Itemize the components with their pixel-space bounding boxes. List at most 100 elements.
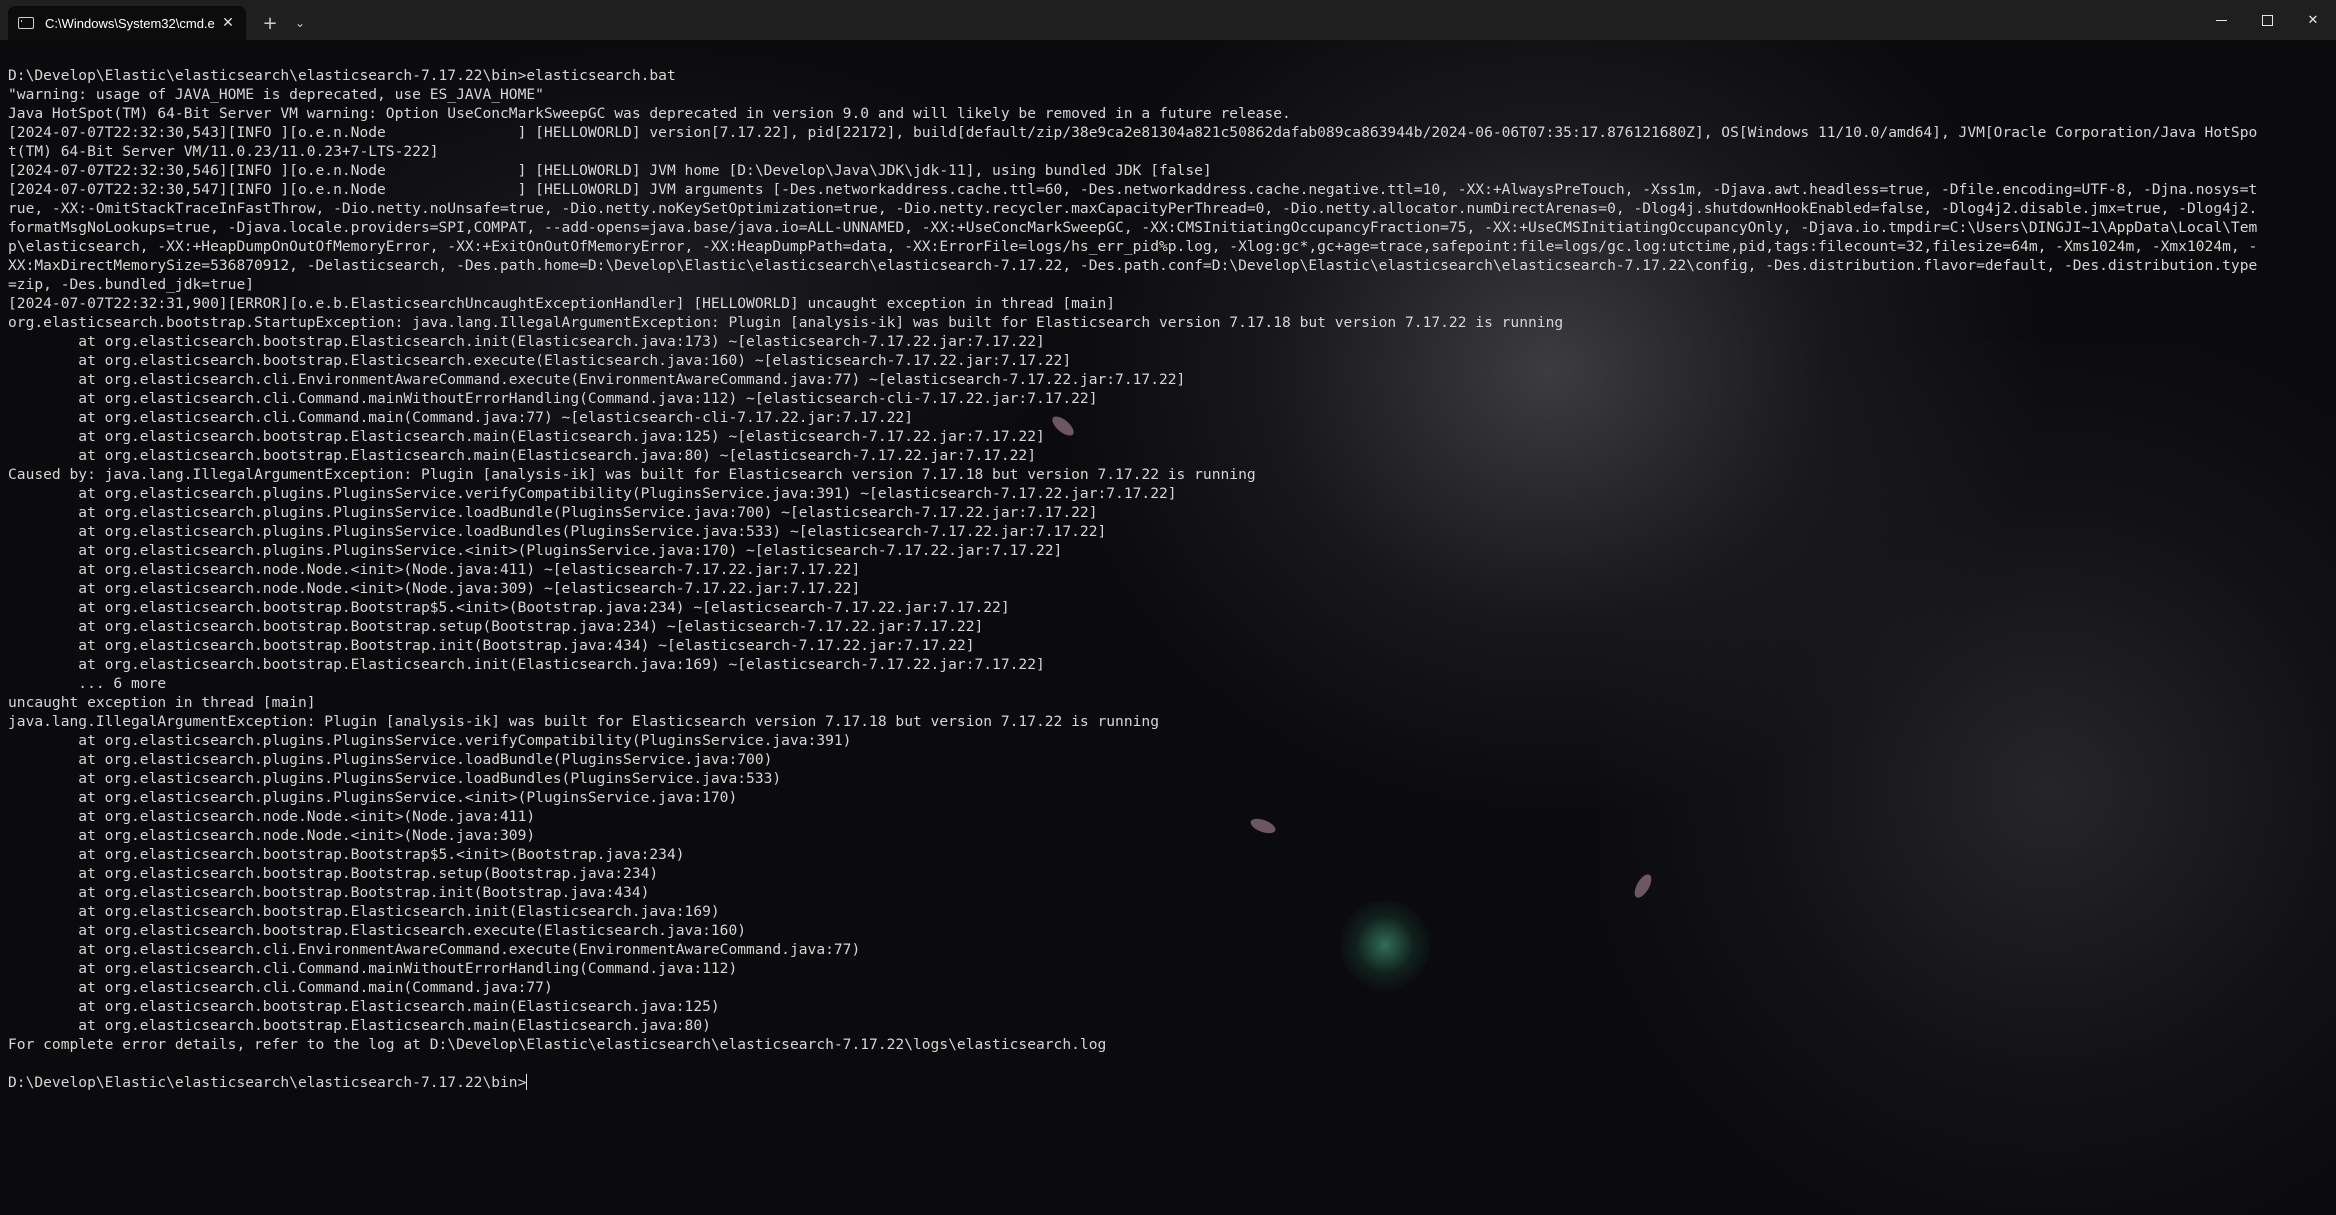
console-line: XX:MaxDirectMemorySize=536870912, -Delas… [8, 256, 2328, 275]
console-line-text: at org.elasticsearch.cli.EnvironmentAwar… [8, 371, 1186, 388]
console-line: at org.elasticsearch.cli.Command.mainWit… [8, 389, 2328, 408]
console-line: at org.elasticsearch.bootstrap.Elasticse… [8, 655, 2328, 674]
new-tab-button[interactable]: + [252, 6, 288, 40]
console-line-text: at org.elasticsearch.bootstrap.Elasticse… [8, 428, 1045, 445]
console-line: at org.elasticsearch.bootstrap.Bootstrap… [8, 636, 2328, 655]
console-line-text: org.elasticsearch.bootstrap.StartupExcep… [8, 314, 1564, 331]
console-line: t(TM) 64-Bit Server VM/11.0.23/11.0.23+7… [8, 142, 2328, 161]
console-line-text: at org.elasticsearch.bootstrap.Bootstrap… [8, 884, 650, 901]
console-line-text: at org.elasticsearch.bootstrap.Elasticse… [8, 998, 720, 1015]
console-line: at org.elasticsearch.bootstrap.Elasticse… [8, 921, 2328, 940]
console-line-text: [2024-07-07T22:32:30,547][INFO ][o.e.n.N… [8, 181, 2258, 198]
console-line-text: rue, -XX:-OmitStackTraceInFastThrow, -Di… [8, 200, 2258, 217]
console-line: at org.elasticsearch.cli.EnvironmentAwar… [8, 370, 2328, 389]
console-line-text: at org.elasticsearch.plugins.PluginsServ… [8, 789, 738, 806]
console-line-text: at org.elasticsearch.cli.Command.main(Co… [8, 409, 913, 426]
maximize-icon [2261, 14, 2273, 26]
console-line: formatMsgNoLookups=true, -Djava.locale.p… [8, 218, 2328, 237]
console-line: rue, -XX:-OmitStackTraceInFastThrow, -Di… [8, 199, 2328, 218]
console-line: at org.elasticsearch.node.Node.<init>(No… [8, 826, 2328, 845]
console-line-text: at org.elasticsearch.bootstrap.Elasticse… [8, 1017, 711, 1034]
console-text-area[interactable]: D:\Develop\Elastic\elasticsearch\elastic… [0, 40, 2336, 1092]
console-line: at org.elasticsearch.plugins.PluginsServ… [8, 484, 2328, 503]
console-line: at org.elasticsearch.plugins.PluginsServ… [8, 750, 2328, 769]
console-line-text: t(TM) 64-Bit Server VM/11.0.23/11.0.23+7… [8, 143, 439, 160]
console-line: at org.elasticsearch.bootstrap.Elasticse… [8, 351, 2328, 370]
console-line-text: at org.elasticsearch.plugins.PluginsServ… [8, 485, 1177, 502]
console-line-text: at org.elasticsearch.bootstrap.Bootstrap… [8, 846, 685, 863]
minimize-icon [2215, 19, 2227, 21]
console-line-text: at org.elasticsearch.bootstrap.Bootstrap… [8, 618, 984, 635]
close-window-button[interactable]: ✕ [2290, 0, 2336, 40]
console-line: at org.elasticsearch.cli.EnvironmentAwar… [8, 940, 2328, 959]
console-line: at org.elasticsearch.cli.Command.main(Co… [8, 978, 2328, 997]
console-line-text: at org.elasticsearch.bootstrap.Bootstrap… [8, 637, 975, 654]
maximize-button[interactable] [2244, 0, 2290, 40]
console-line: at org.elasticsearch.bootstrap.Bootstrap… [8, 845, 2328, 864]
console-line: Caused by: java.lang.IllegalArgumentExce… [8, 465, 2328, 484]
console-line: at org.elasticsearch.cli.Command.mainWit… [8, 959, 2328, 978]
console-line-text: at org.elasticsearch.plugins.PluginsServ… [8, 523, 1107, 540]
console-line: [2024-07-07T22:32:30,547][INFO ][o.e.n.N… [8, 180, 2328, 199]
console-line-text: Java HotSpot(TM) 64-Bit Server VM warnin… [8, 105, 1291, 122]
console-line-text: "warning: usage of JAVA_HOME is deprecat… [8, 86, 544, 103]
tab-dropdown-button[interactable]: ⌄ [288, 6, 312, 40]
console-line-text: java.lang.IllegalArgumentException: Plug… [8, 713, 1159, 730]
console-line-text: D:\Develop\Elastic\elasticsearch\elastic… [8, 67, 676, 84]
console-line: p\elasticsearch, -XX:+HeapDumpOnOutOfMem… [8, 237, 2328, 256]
console-line-text: at org.elasticsearch.cli.Command.mainWit… [8, 960, 738, 977]
console-line-text: =zip, -Des.bundled_jdk=true] [8, 276, 255, 293]
minimize-button[interactable] [2198, 0, 2244, 40]
terminal-icon [18, 17, 34, 29]
console-line: [2024-07-07T22:32:31,900][ERROR][o.e.b.E… [8, 294, 2328, 313]
console-output[interactable]: D:\Develop\Elastic\elasticsearch\elastic… [0, 40, 2336, 1215]
console-line: at org.elasticsearch.plugins.PluginsServ… [8, 731, 2328, 750]
tab-close-icon[interactable]: ✕ [218, 13, 238, 33]
console-line: at org.elasticsearch.bootstrap.Elasticse… [8, 997, 2328, 1016]
console-line-text: at org.elasticsearch.node.Node.<init>(No… [8, 808, 536, 825]
console-line-text: D:\Develop\Elastic\elasticsearch\elastic… [8, 1074, 527, 1091]
console-line-text: at org.elasticsearch.plugins.PluginsServ… [8, 770, 782, 787]
console-line: at org.elasticsearch.bootstrap.Bootstrap… [8, 864, 2328, 883]
console-line: uncaught exception in thread [main] [8, 693, 2328, 712]
console-line-text: at org.elasticsearch.bootstrap.Elasticse… [8, 903, 720, 920]
console-line-text: at org.elasticsearch.bootstrap.Elasticse… [8, 447, 1036, 464]
console-line-text: at org.elasticsearch.cli.EnvironmentAwar… [8, 941, 861, 958]
console-line: [2024-07-07T22:32:30,546][INFO ][o.e.n.N… [8, 161, 2328, 180]
console-line-text: at org.elasticsearch.cli.Command.main(Co… [8, 979, 553, 996]
console-line: Java HotSpot(TM) 64-Bit Server VM warnin… [8, 104, 2328, 123]
tab-title: C:\Windows\System32\cmd.e [45, 15, 215, 31]
console-line: at org.elasticsearch.node.Node.<init>(No… [8, 579, 2328, 598]
console-line-text: at org.elasticsearch.cli.Command.mainWit… [8, 390, 1098, 407]
console-line: at org.elasticsearch.bootstrap.Elasticse… [8, 902, 2328, 921]
console-line-text: at org.elasticsearch.plugins.PluginsServ… [8, 542, 1063, 559]
console-line: =zip, -Des.bundled_jdk=true] [8, 275, 2328, 294]
console-line: at org.elasticsearch.plugins.PluginsServ… [8, 541, 2328, 560]
console-line-text: at org.elasticsearch.bootstrap.Elasticse… [8, 352, 1072, 369]
console-line: ... 6 more [8, 674, 2328, 693]
tab-cmd[interactable]: C:\Windows\System32\cmd.e ✕ [8, 6, 246, 40]
console-line: at org.elasticsearch.bootstrap.Elasticse… [8, 446, 2328, 465]
console-line: at org.elasticsearch.bootstrap.Elasticse… [8, 332, 2328, 351]
console-line: D:\Develop\Elastic\elasticsearch\elastic… [8, 1073, 2328, 1092]
console-line: at org.elasticsearch.bootstrap.Bootstrap… [8, 883, 2328, 902]
console-line-text: ... 6 more [8, 675, 167, 692]
console-line: [2024-07-07T22:32:30,543][INFO ][o.e.n.N… [8, 123, 2328, 142]
console-line-text: at org.elasticsearch.bootstrap.Bootstrap… [8, 599, 1010, 616]
console-line: D:\Develop\Elastic\elasticsearch\elastic… [8, 66, 2328, 85]
title-bar[interactable]: C:\Windows\System32\cmd.e ✕ + ⌄ ✕ [0, 0, 2336, 40]
console-line-text: at org.elasticsearch.node.Node.<init>(No… [8, 580, 861, 597]
console-line: at org.elasticsearch.plugins.PluginsServ… [8, 522, 2328, 541]
terminal-window: C:\Windows\System32\cmd.e ✕ + ⌄ ✕ D:\Dev… [0, 0, 2336, 1215]
console-line-text: at org.elasticsearch.plugins.PluginsServ… [8, 732, 852, 749]
console-line-text: [2024-07-07T22:32:31,900][ERROR][o.e.b.E… [8, 295, 1116, 312]
console-line-text: For complete error details, refer to the… [8, 1036, 1107, 1053]
console-line: at org.elasticsearch.node.Node.<init>(No… [8, 807, 2328, 826]
text-cursor [526, 1074, 528, 1090]
console-line: at org.elasticsearch.cli.Command.main(Co… [8, 408, 2328, 427]
console-line-text: at org.elasticsearch.bootstrap.Elasticse… [8, 333, 1045, 350]
console-line-text: Caused by: java.lang.IllegalArgumentExce… [8, 466, 1256, 483]
console-line-text: uncaught exception in thread [main] [8, 694, 316, 711]
console-line: at org.elasticsearch.plugins.PluginsServ… [8, 788, 2328, 807]
